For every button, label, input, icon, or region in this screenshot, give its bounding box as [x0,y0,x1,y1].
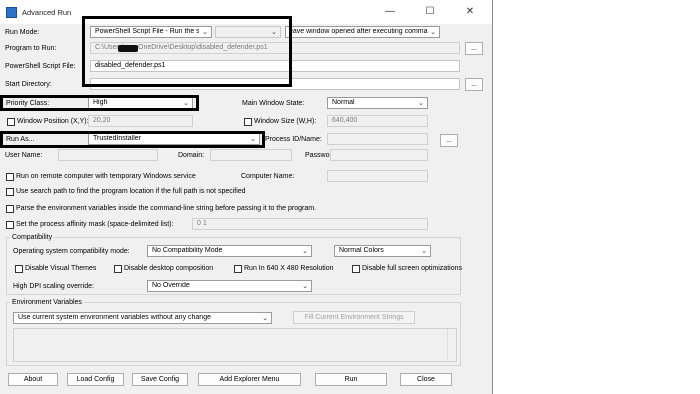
start-directory-label: Start Directory: [5,81,52,88]
chevron-down-icon: ⌄ [302,283,308,290]
computer-name-field[interactable] [327,170,428,182]
main-window-state-label: Main Window State: [242,100,305,107]
chevron-down-icon: ⌄ [430,29,436,36]
about-button[interactable]: About [8,373,58,386]
window-title: Advanced Run [22,8,72,17]
colors-value: Normal Colors [339,247,384,254]
compatibility-group-title: Compatibility [10,234,55,241]
main-window-state-dropdown[interactable]: Normal ⌄ [327,97,428,109]
environment-scrollbar[interactable] [447,329,456,361]
disable-fullscreen-label: Disable full screen optimizations [362,265,462,272]
domain-field[interactable] [210,149,292,161]
run-640-label: Run In 640 X 480 Resolution [244,265,334,272]
dpi-label: High DPI scaling override: [13,283,94,290]
close-button[interactable]: Close [400,373,452,386]
window-size-field[interactable]: 640,400 [327,115,428,127]
computer-name-label: Computer Name: [241,173,295,180]
run-button[interactable]: Run [315,373,387,386]
dpi-dropdown[interactable]: No Override ⌄ [147,280,312,292]
chevron-down-icon: ⌄ [262,315,268,322]
save-config-button[interactable]: Save Config [132,373,188,386]
dpi-value: No Override [152,282,190,289]
affinity-checkbox[interactable] [6,221,14,229]
environment-group-title: Environment Variables [10,299,84,306]
search-path-label: Use search path to find the program loca… [16,188,246,195]
leave-window-open-dropdown[interactable]: eave window opened after executing comma… [285,26,440,38]
main-window-state-value: Normal [332,99,355,106]
annotation-box-run-mode [82,16,292,87]
disable-themes-checkbox[interactable] [15,265,23,273]
user-name-label: User Name: [5,152,43,159]
disable-composition-checkbox[interactable] [114,265,122,273]
app-icon [6,7,17,18]
add-explorer-menu-button[interactable]: Add Explorer Menu [198,373,301,386]
chevron-down-icon: ⌄ [302,248,308,255]
annotation-box-run-as [0,131,265,148]
parse-env-checkbox[interactable] [6,205,14,213]
affinity-field[interactable]: 0 1 [192,218,428,230]
colors-dropdown[interactable]: Normal Colors ⌄ [334,245,431,257]
os-mode-dropdown[interactable]: No Compatibility Mode ⌄ [147,245,312,257]
disable-fullscreen-checkbox[interactable] [352,265,360,273]
window-size-value: 640,400 [332,117,358,124]
ps-script-file-label: PowerShell Script File: [5,63,76,70]
remote-computer-checkbox[interactable] [6,173,14,181]
window-size-label: Window Size (W,H): [254,118,317,125]
parse-env-label: Parse the environment variables inside t… [16,205,316,212]
environment-dropdown[interactable]: Use current system environment variables… [13,312,272,324]
chevron-down-icon: ⌄ [421,248,427,255]
fill-environment-button[interactable]: Fill Current Environment Strings [293,311,415,324]
disable-composition-label: Disable desktop composition [124,265,214,272]
window-position-value: 20,20 [93,117,111,124]
window-position-checkbox[interactable] [7,118,15,126]
affinity-label: Set the process affinity mask (space-del… [16,221,174,228]
window-position-field[interactable]: 20,20 [88,115,193,127]
process-id-label: Process ID/Name: [265,136,322,143]
chevron-down-icon: ⌄ [418,100,424,107]
os-mode-label: Operating system compatibility mode: [13,248,130,255]
maximize-button[interactable]: ☐ [410,0,450,24]
minimize-button[interactable]: — [370,0,410,24]
load-config-button[interactable]: Load Config [67,373,124,386]
os-mode-value: No Compatibility Mode [152,247,223,254]
window-position-label: Window Position (X,Y): [17,118,89,125]
password-field[interactable] [330,149,428,161]
remote-computer-label: Run on remote computer with temporary Wi… [16,173,196,180]
search-path-checkbox[interactable] [6,188,14,196]
affinity-value: 0 1 [197,220,207,227]
program-browse-button[interactable]: ... [465,42,483,55]
process-browse-button[interactable]: ... [440,134,458,147]
annotation-box-priority [0,95,199,111]
close-window-button[interactable]: ✕ [450,0,490,24]
process-id-field[interactable] [327,133,428,145]
domain-label: Domain: [178,152,205,159]
window-size-checkbox[interactable] [244,118,252,126]
advanced-run-window: Advanced Run — ☐ ✕ Run Mode: PowerShell … [0,0,493,394]
run-mode-label: Run Mode: [5,29,40,36]
leave-window-open-value: eave window opened after executing comma [289,28,428,35]
disable-themes-label: Disable Visual Themes [25,265,97,272]
run-640-checkbox[interactable] [234,265,242,273]
user-name-field[interactable] [58,149,158,161]
program-to-run-label: Program to Run: [5,45,57,52]
environment-text-area[interactable] [13,328,457,362]
start-directory-browse-button[interactable]: ... [465,78,483,91]
environment-value: Use current system environment variables… [18,314,211,321]
